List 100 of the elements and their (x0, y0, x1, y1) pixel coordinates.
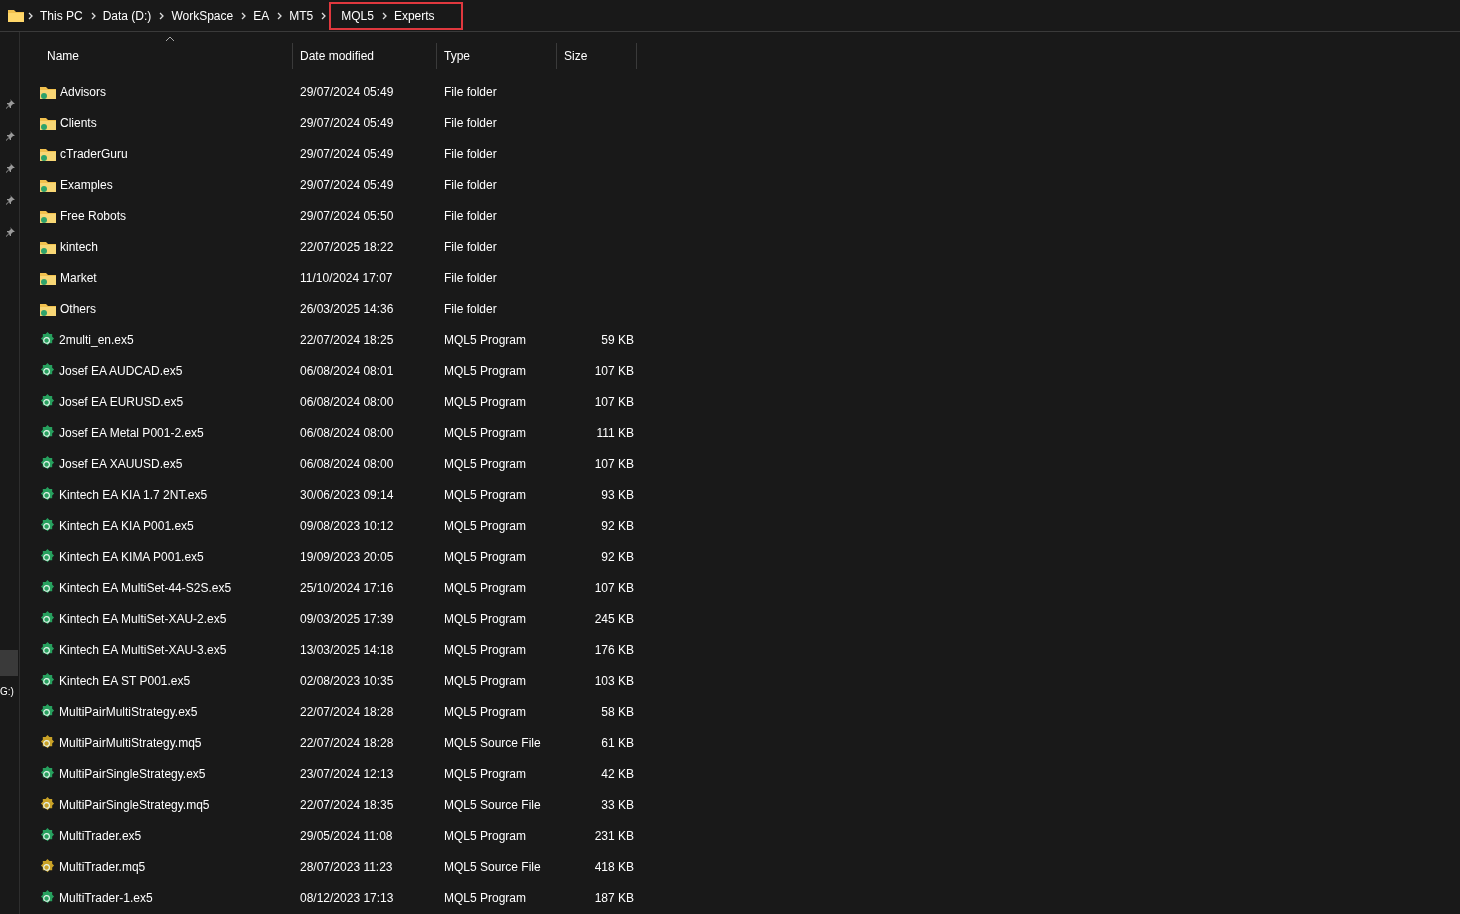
date-cell-text: 29/07/2024 05:49 (299, 84, 394, 99)
size-cell: 92 KB (601, 549, 634, 564)
type-cell-text: MQL5 Program (443, 580, 527, 595)
file-name[interactable]: Kintech EA MultiSet-XAU-3.ex5 (59, 642, 227, 657)
date-cell-text: 22/07/2024 18:28 (299, 735, 394, 750)
gear-icon (40, 425, 55, 440)
folder-icon (40, 146, 56, 161)
file-name[interactable]: Advisors (60, 84, 106, 99)
type-cell-text: MQL5 Program (443, 456, 527, 471)
breadcrumb-item[interactable]: Data (D:) (98, 6, 156, 25)
file-name[interactable]: Kintech EA MultiSet-44-S2S.ex5 (59, 580, 232, 595)
file-name[interactable]: Examples (60, 177, 113, 192)
folder-icon (40, 239, 56, 254)
folder-icon (40, 177, 56, 192)
size-cell: 61 KB (601, 735, 634, 750)
gear-icon (40, 549, 55, 564)
type-cell-text: MQL5 Source File (443, 859, 541, 874)
type-cell-text: MQL5 Program (443, 673, 527, 688)
breadcrumb-item[interactable]: Experts (389, 6, 439, 25)
type-cell-text: MQL5 Source File (443, 797, 541, 812)
file-name[interactable]: Kintech EA ST P001.ex5 (59, 673, 191, 688)
gear-icon (40, 735, 55, 750)
file-name[interactable]: Kintech EA KIA 1.7 2NT.ex5 (59, 487, 208, 502)
file-name[interactable]: MultiPairSingleStrategy.ex5 (59, 766, 206, 781)
gear-icon (40, 332, 55, 347)
file-name[interactable]: Kintech EA MultiSet-XAU-2.ex5 (59, 611, 227, 626)
column-header[interactable]: Type (437, 43, 557, 69)
size-cell: 107 KB (594, 580, 634, 595)
date-cell-text: 06/08/2024 08:01 (299, 363, 394, 378)
size-cell: 245 KB (594, 611, 634, 626)
folder-icon (40, 115, 56, 130)
file-name[interactable]: MultiPairMultiStrategy.ex5 (59, 704, 198, 719)
date-cell-text: 30/06/2023 09:14 (299, 487, 394, 502)
sort-caret-icon (165, 36, 175, 42)
type-cell-text: MQL5 Program (443, 642, 527, 657)
type-cell-text: MQL5 Program (443, 704, 527, 719)
breadcrumb-item[interactable]: WorkSpace (167, 6, 238, 25)
file-name[interactable]: cTraderGuru (60, 146, 128, 161)
gear-icon (40, 704, 55, 719)
type-cell-text: MQL5 Program (443, 332, 527, 347)
file-name[interactable]: MultiTrader.ex5 (59, 828, 142, 843)
type-cell-text: MQL5 Source File (443, 735, 541, 750)
file-name[interactable]: Josef EA XAUUSD.ex5 (59, 456, 183, 471)
breadcrumb-item[interactable]: This PC (36, 6, 87, 25)
size-cell: 231 KB (594, 828, 634, 843)
gear-icon (40, 518, 55, 533)
file-name[interactable]: MultiPairMultiStrategy.mq5 (59, 735, 202, 750)
type-cell-text: MQL5 Program (443, 549, 527, 564)
file-name[interactable]: MultiPairSingleStrategy.mq5 (59, 797, 210, 812)
folder-icon (40, 301, 56, 316)
file-name[interactable]: MultiTrader.mq5 (59, 859, 146, 874)
column-header[interactable]: Name (40, 43, 293, 69)
date-cell-text: 06/08/2024 08:00 (299, 456, 394, 471)
file-name[interactable]: Market (60, 270, 97, 285)
date-cell-text: 29/07/2024 05:49 (299, 115, 394, 130)
file-name[interactable]: Josef EA Metal P001-2.ex5 (59, 425, 204, 440)
folder-icon (8, 9, 24, 22)
date-cell-text: 22/07/2024 18:25 (299, 332, 394, 347)
date-cell-text: 25/10/2024 17:16 (299, 580, 394, 595)
file-name[interactable]: kintech (60, 239, 99, 254)
type-cell-text: File folder (443, 270, 497, 285)
breadcrumb-item[interactable]: MQL5 (337, 6, 378, 25)
size-cell: 107 KB (594, 394, 634, 409)
gear-icon (40, 363, 55, 378)
date-cell-text: 22/07/2025 18:22 (299, 239, 394, 254)
pin-icon (5, 131, 15, 141)
date-cell-text: 29/07/2024 05:50 (299, 208, 394, 223)
gear-icon (40, 611, 55, 626)
breadcrumb-item[interactable]: MT5 (285, 6, 318, 25)
type-cell-text: MQL5 Program (443, 487, 527, 502)
pin-icon (5, 99, 15, 109)
date-cell-text: 13/03/2025 14:18 (299, 642, 394, 657)
column-header[interactable]: Date modified (293, 43, 437, 69)
file-name[interactable]: MultiTrader-1.ex5 (59, 890, 153, 905)
file-name[interactable]: Kintech EA KIMA P001.ex5 (59, 549, 204, 564)
pin-icon (5, 195, 15, 205)
file-name[interactable]: Kintech EA KIA P001.ex5 (59, 518, 194, 533)
date-cell-text: 11/10/2024 17:07 (299, 270, 393, 285)
type-cell-text: MQL5 Program (443, 828, 527, 843)
file-name[interactable]: Free Robots (60, 208, 127, 223)
file-name[interactable]: 2multi_en.ex5 (59, 332, 134, 347)
gear-icon (40, 642, 55, 657)
sidebar-item[interactable]: G:) (0, 676, 18, 706)
date-cell-text: 02/08/2023 10:35 (299, 673, 394, 688)
date-cell-text: 19/09/2023 20:05 (299, 549, 394, 564)
date-cell-text: 26/03/2025 14:36 (299, 301, 394, 316)
column-header[interactable]: Size (557, 43, 637, 69)
file-name[interactable]: Josef EA AUDCAD.ex5 (59, 363, 183, 378)
file-name[interactable]: Clients (60, 115, 97, 130)
breadcrumb-item[interactable]: EA (249, 6, 274, 25)
file-name[interactable]: Josef EA EURUSD.ex5 (59, 394, 184, 409)
type-cell-text: MQL5 Program (443, 890, 527, 905)
type-cell-text: MQL5 Program (443, 766, 527, 781)
sidebar-item[interactable] (0, 650, 18, 676)
file-name[interactable]: Others (60, 301, 96, 316)
type-cell-text: File folder (443, 208, 497, 223)
size-cell: 33 KB (601, 797, 634, 812)
type-cell-text: MQL5 Program (443, 363, 527, 378)
date-cell-text: 22/07/2024 18:35 (299, 797, 394, 812)
type-cell-text: File folder (443, 301, 497, 316)
